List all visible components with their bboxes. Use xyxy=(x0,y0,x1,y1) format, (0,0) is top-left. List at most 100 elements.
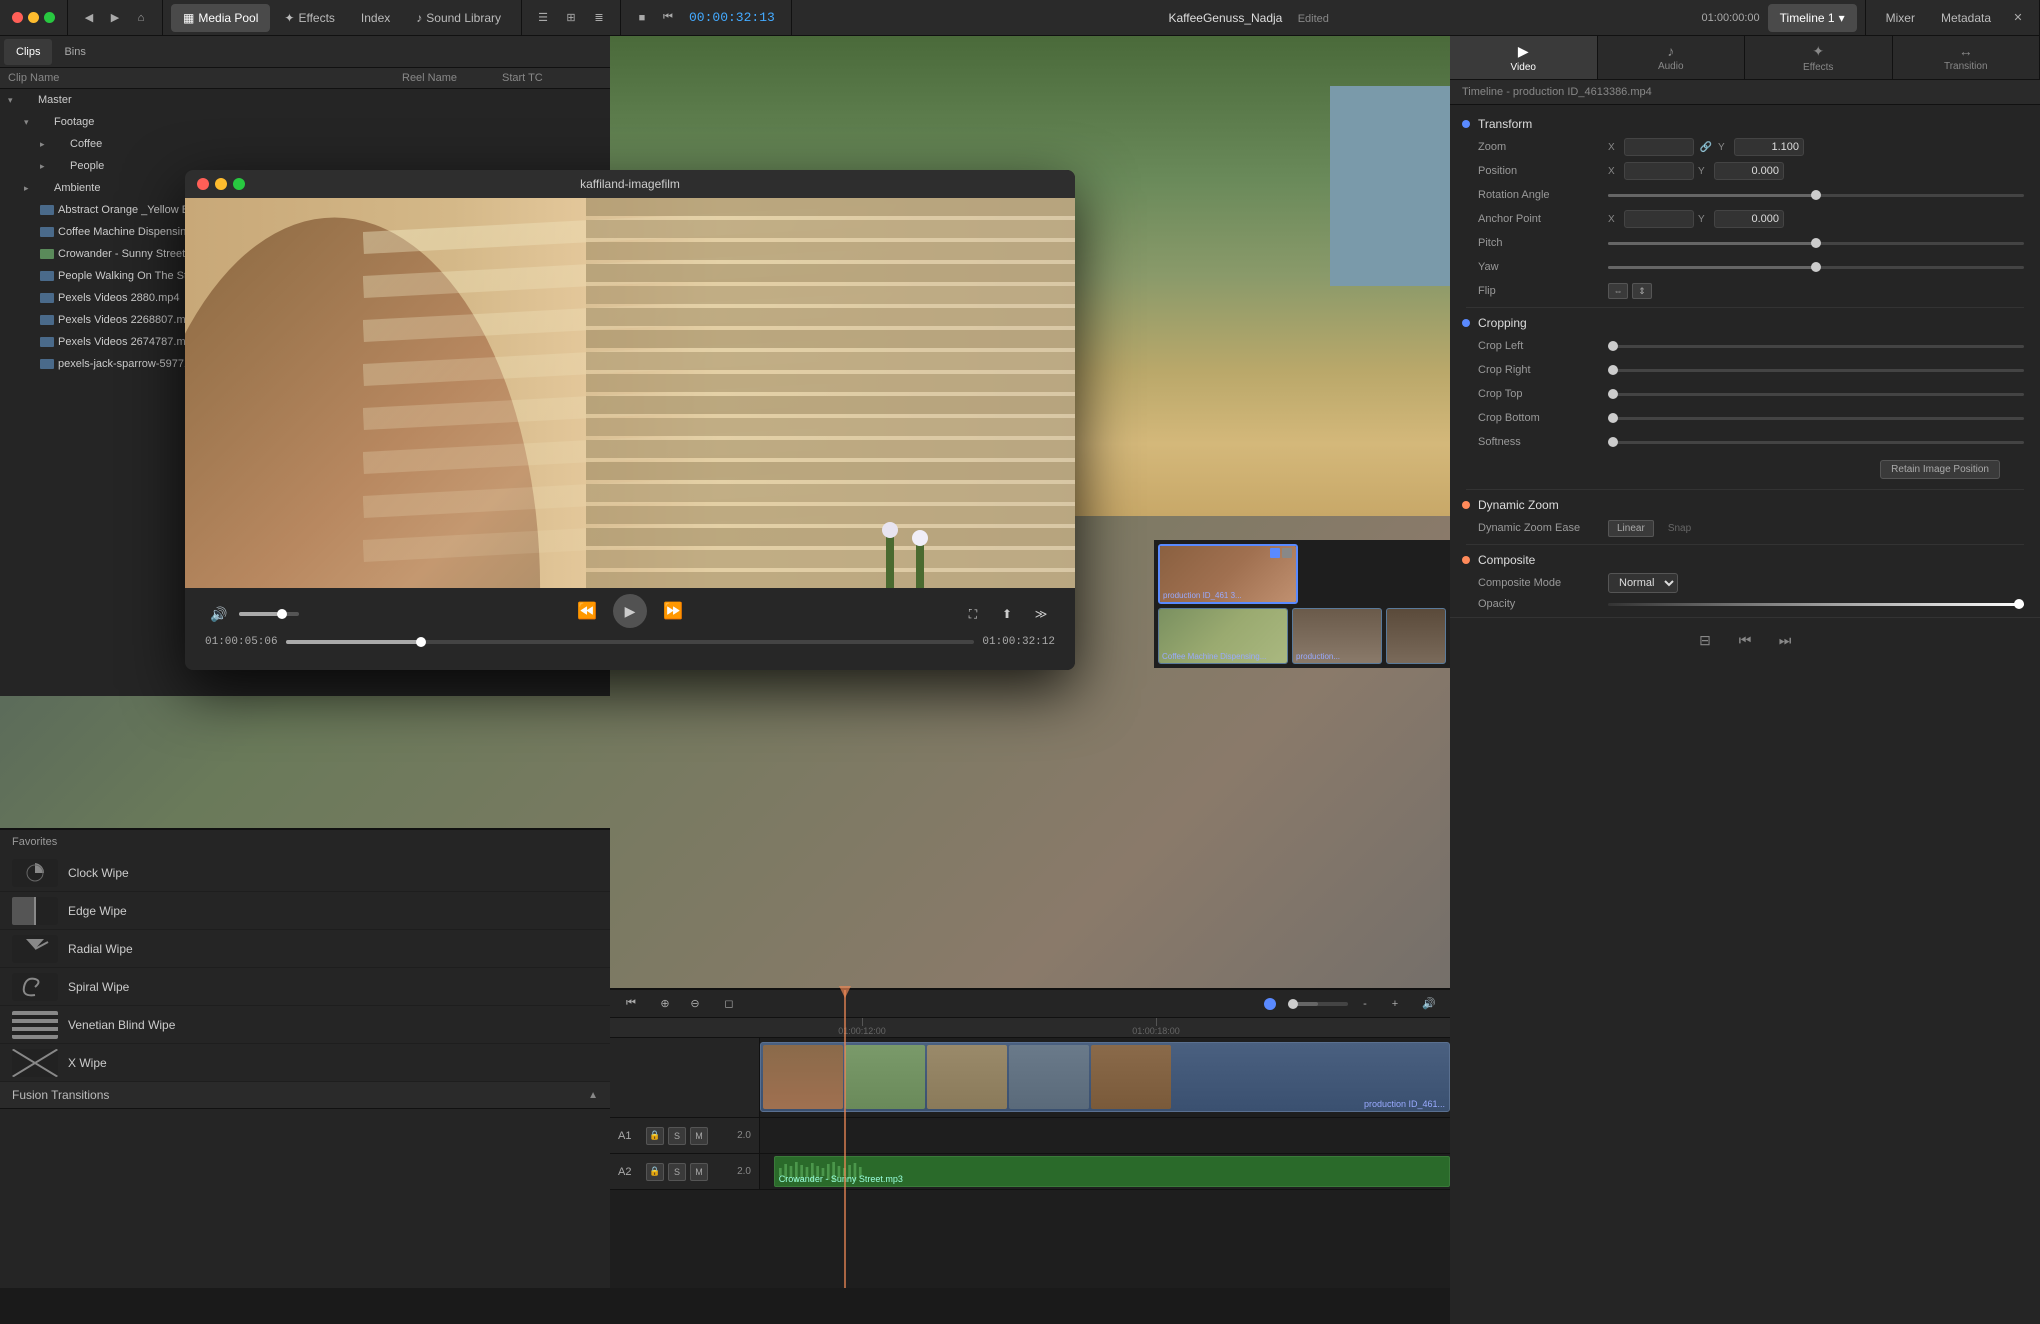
maximize-btn[interactable] xyxy=(44,12,55,23)
inspector-tab-audio[interactable]: ♪ Audio xyxy=(1598,36,1746,79)
crop-left-slider[interactable] xyxy=(1608,345,2024,348)
transform-header[interactable]: Transform xyxy=(1450,113,2040,135)
anchor-x-input[interactable]: 0.000 xyxy=(1624,210,1694,228)
fusion-transitions-header[interactable]: Fusion Transitions ▲ xyxy=(0,1082,610,1109)
coffee-clip-thumb[interactable]: Coffee Machine Dispensing... xyxy=(1158,608,1288,664)
tl-audio-btn[interactable]: 🔊 xyxy=(1416,993,1442,1015)
tree-item-coffee[interactable]: ▸ Coffee xyxy=(0,133,610,155)
metadata-btn[interactable]: ≣ xyxy=(586,7,612,29)
crop-bottom-slider[interactable] xyxy=(1608,417,2024,420)
effect-clock-wipe[interactable]: Clock Wipe xyxy=(0,854,610,892)
opacity-slider[interactable] xyxy=(1608,603,2024,606)
tree-item-footage[interactable]: ▾ Footage xyxy=(0,111,610,133)
favorites-section-header[interactable]: Favorites xyxy=(0,830,610,854)
list-view-btn[interactable]: ☰ xyxy=(530,7,556,29)
prev-clip-btn[interactable]: ⏮ xyxy=(655,7,681,29)
cropping-header[interactable]: Cropping xyxy=(1450,312,2040,334)
position-y-input[interactable] xyxy=(1714,162,1784,180)
tab-media-pool[interactable]: ▦ Media Pool xyxy=(171,4,270,32)
track-a2-m-btn[interactable]: M xyxy=(690,1163,708,1181)
composite-header[interactable]: Composite xyxy=(1450,549,2040,571)
player-close-btn[interactable] xyxy=(197,178,209,190)
tl-zoom-in-btn[interactable]: ⊕ xyxy=(652,993,678,1015)
play-btn[interactable]: ▶ xyxy=(613,594,647,628)
metadata-panel-btn[interactable]: Metadata xyxy=(1929,4,2003,32)
effect-radial-wipe[interactable]: Radial Wipe xyxy=(0,930,610,968)
tl-zoom-out-btn[interactable]: ⊖ xyxy=(682,993,708,1015)
inspector-tab-effects[interactable]: ✦ Effects xyxy=(1745,36,1893,79)
volume-bar[interactable] xyxy=(239,612,299,616)
softness-slider[interactable] xyxy=(1608,441,2024,444)
home-btn[interactable]: ⌂ xyxy=(128,7,154,29)
play-stop-btn[interactable]: ■ xyxy=(629,7,655,29)
tab-index[interactable]: Index xyxy=(349,4,402,32)
dynamic-zoom-header[interactable]: Dynamic Zoom xyxy=(1450,494,2040,516)
flip-h-btn[interactable]: ⇔ xyxy=(1608,283,1628,299)
more-btn[interactable]: ≫ xyxy=(1027,600,1055,628)
tl-fit-btn[interactable]: ◻ xyxy=(716,993,742,1015)
inspector-close-btn[interactable]: ✕ xyxy=(2005,7,2031,29)
retain-image-position-btn[interactable]: Retain Image Position xyxy=(1880,460,2000,479)
yaw-slider[interactable] xyxy=(1608,266,2024,269)
close-btn[interactable] xyxy=(12,12,23,23)
track-a1-s-btn[interactable]: S xyxy=(668,1127,686,1145)
panel-tab-clips[interactable]: Clips xyxy=(4,39,52,65)
timeline-selector[interactable]: Timeline 1 ▾ xyxy=(1768,4,1857,32)
crop-top-slider[interactable] xyxy=(1608,393,2024,396)
mixer-btn[interactable]: Mixer xyxy=(1874,4,1927,32)
tl-zoom-slider[interactable] xyxy=(1288,1002,1348,1006)
player-maximize-btn[interactable] xyxy=(233,178,245,190)
zoom-y-input[interactable] xyxy=(1734,138,1804,156)
track-a1-m-btn[interactable]: M xyxy=(690,1127,708,1145)
progress-bar[interactable] xyxy=(286,640,975,644)
composite-mode-select[interactable]: Normal xyxy=(1608,573,1678,593)
minimize-btn[interactable] xyxy=(28,12,39,23)
back-btn[interactable]: ◀ xyxy=(76,7,102,29)
spiral-wipe-thumb xyxy=(12,973,58,1001)
crop-right-slider[interactable] xyxy=(1608,369,2024,372)
playhead[interactable] xyxy=(844,990,846,1288)
inspector-prev-btn[interactable]: ⊟ xyxy=(1691,626,1719,654)
extra-clip-thumb1[interactable]: production... xyxy=(1292,608,1382,664)
player-minimize-btn[interactable] xyxy=(215,178,227,190)
main-video-clip[interactable]: production ID_461... xyxy=(760,1042,1450,1112)
effect-venetian-blind-wipe[interactable]: Venetian Blind Wipe xyxy=(0,1006,610,1044)
extra-clip-thumb2[interactable] xyxy=(1386,608,1446,664)
rotation-slider[interactable] xyxy=(1608,194,2024,197)
fullscreen-btn[interactable]: ⛶ xyxy=(959,600,987,628)
tree-item-master[interactable]: ▾ Master xyxy=(0,89,610,111)
export-btn[interactable]: ⬆ xyxy=(993,600,1021,628)
anchor-y-input[interactable] xyxy=(1714,210,1784,228)
main-prod-thumb[interactable]: production ID_461 3... xyxy=(1158,544,1298,604)
zoom-x-input[interactable]: 1.100 xyxy=(1624,138,1694,156)
inspector-tab-video[interactable]: ▶ Video xyxy=(1450,36,1598,79)
track-a2-lock-btn[interactable]: 🔒 xyxy=(646,1163,664,1181)
zoom-link-icon[interactable]: 🔗 xyxy=(1698,139,1714,155)
time-current: 01:00:05:06 xyxy=(205,636,278,648)
tl-home-btn[interactable]: ⏮ xyxy=(618,993,644,1015)
inspector-tab-transition[interactable]: ↔ Transition xyxy=(1893,36,2040,79)
tab-effects[interactable]: ✦ Effects xyxy=(272,4,347,32)
inspector-first-btn[interactable]: ⏮ xyxy=(1731,626,1759,654)
tl-zoom-plus-btn[interactable]: + xyxy=(1382,993,1408,1015)
audio-clip-a2[interactable]: Crowander - Sunny Street.mp3 xyxy=(774,1156,1450,1187)
panel-tab-bins[interactable]: Bins xyxy=(52,39,97,65)
rewind-btn[interactable]: ⏪ xyxy=(573,597,601,625)
track-a1-lock-btn[interactable]: 🔒 xyxy=(646,1127,664,1145)
volume-btn[interactable]: 🔊 xyxy=(205,600,233,628)
effect-edge-wipe[interactable]: Edge Wipe xyxy=(0,892,610,930)
grid-view-btn[interactable]: ⊞ xyxy=(558,7,584,29)
snap-btn[interactable]: Snap xyxy=(1660,521,1699,536)
flip-v-btn[interactable]: ⇕ xyxy=(1632,283,1652,299)
inspector-last-btn[interactable]: ⏭ xyxy=(1771,626,1799,654)
fast-forward-btn[interactable]: ⏩ xyxy=(659,597,687,625)
pitch-slider[interactable] xyxy=(1608,242,2024,245)
effect-x-wipe[interactable]: X Wipe xyxy=(0,1044,610,1082)
effect-spiral-wipe[interactable]: Spiral Wipe xyxy=(0,968,610,1006)
position-x-input[interactable]: 0.000 xyxy=(1624,162,1694,180)
tl-zoom-minus-btn[interactable]: - xyxy=(1352,993,1378,1015)
track-a2-s-btn[interactable]: S xyxy=(668,1163,686,1181)
forward-btn[interactable]: ▶ xyxy=(102,7,128,29)
linear-btn[interactable]: Linear xyxy=(1608,520,1654,537)
tab-sound-library[interactable]: ♪ Sound Library xyxy=(404,4,513,32)
